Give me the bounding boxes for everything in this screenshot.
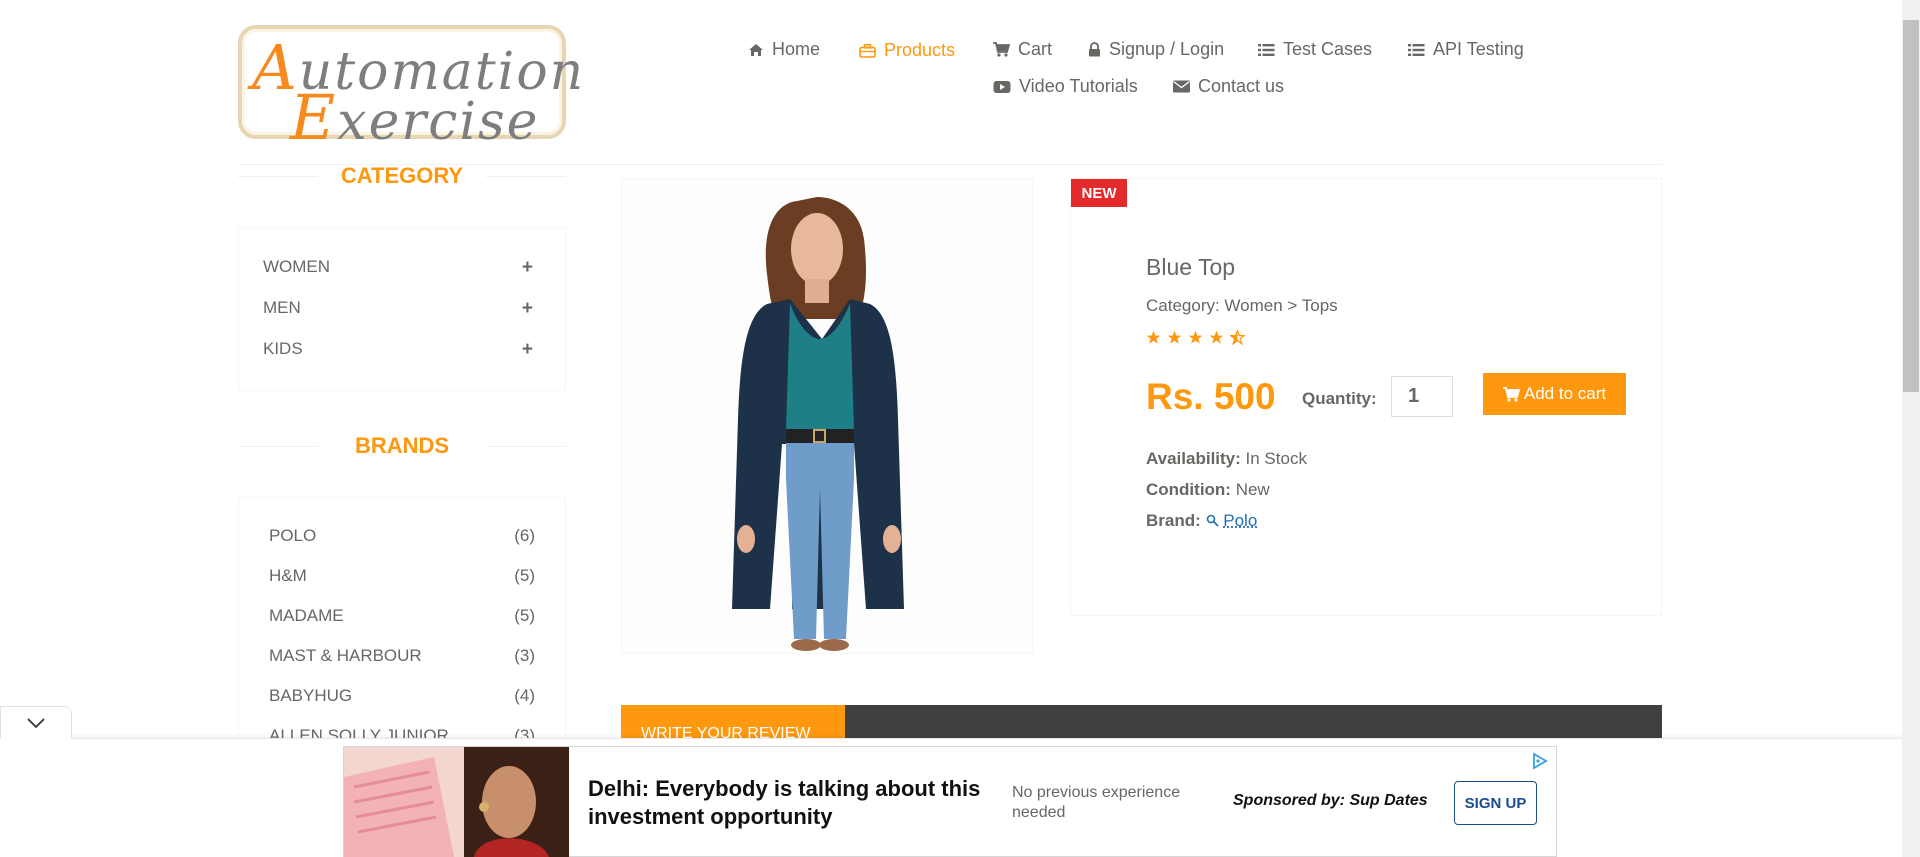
chevron-down-icon	[27, 718, 45, 729]
product-photo	[622, 179, 1032, 653]
ad-image[interactable]	[344, 747, 569, 857]
brands-panel: POLO (6) H&M (5) MADAME (5) MAST & HARBOUR (…	[238, 497, 566, 747]
site-logo[interactable]: Automation Exercise	[238, 25, 583, 154]
nav-contact-us-label: Contact us	[1198, 76, 1285, 96]
logo-line-2: Exercise	[290, 81, 539, 154]
ad-headline[interactable]: Delhi: Everybody is talking about this i…	[588, 775, 1008, 831]
ad-sponsor: Sponsored by: Sup Dates	[1233, 792, 1428, 809]
add-to-cart-button[interactable]: Add to cart	[1483, 373, 1626, 415]
quantity-input[interactable]	[1391, 376, 1453, 417]
magnifier-icon	[1206, 514, 1219, 527]
brand-name: BABYHUG	[269, 686, 353, 705]
brand-madame[interactable]: MADAME (5)	[269, 606, 535, 626]
category-women[interactable]: WOMEN +	[263, 257, 533, 279]
brand-babyhug[interactable]: BABYHUG (4)	[269, 686, 535, 706]
brands-title: BRANDS	[238, 433, 566, 459]
category-title: CATEGORY	[238, 163, 566, 189]
scrollbar-thumb[interactable]	[1903, 20, 1919, 392]
brand-value-link[interactable]: Polo	[1223, 511, 1257, 530]
nav-home[interactable]: Home	[748, 39, 820, 60]
nav-api-testing-label: API Testing	[1433, 39, 1524, 59]
nav-cart[interactable]: Cart	[993, 39, 1052, 60]
brand-count: (6)	[514, 526, 535, 545]
star-icon	[1146, 330, 1161, 344]
ad-subtext: No previous experience needed	[1012, 784, 1181, 821]
availability: Availability: In Stock	[1146, 449, 1307, 469]
plus-icon[interactable]: +	[522, 339, 533, 361]
brand-mast-harbour[interactable]: MAST & HARBOUR (3)	[269, 646, 535, 666]
condition-value: New	[1235, 480, 1270, 499]
category-label: KIDS	[263, 339, 303, 358]
nav-test-cases[interactable]: Test Cases	[1258, 39, 1372, 60]
nav-products[interactable]: Products	[859, 40, 955, 61]
condition-label: Condition:	[1146, 480, 1231, 499]
ad-photo	[344, 747, 569, 857]
briefcase-icon	[859, 43, 876, 58]
nav-video-tutorials[interactable]: Video Tutorials	[993, 76, 1138, 97]
category-men[interactable]: MEN +	[263, 298, 533, 320]
nav-contact-us[interactable]: Contact us	[1173, 76, 1284, 97]
nav-products-label: Products	[884, 40, 956, 60]
nav-api-testing[interactable]: API Testing	[1408, 39, 1524, 60]
product-name: Blue Top	[1146, 254, 1236, 280]
list-icon	[1258, 43, 1275, 56]
cart-icon	[993, 42, 1010, 57]
brand-label: Brand:	[1146, 511, 1201, 530]
ad-collapse-button[interactable]	[0, 706, 72, 739]
nav-home-label: Home	[772, 39, 821, 59]
home-icon	[749, 43, 763, 56]
brand-count: (5)	[514, 566, 535, 585]
brand-polo[interactable]: POLO (6)	[269, 526, 535, 546]
star-icon	[1167, 330, 1182, 344]
add-to-cart-label: Add to cart	[1523, 384, 1607, 403]
envelope-icon	[1173, 80, 1190, 93]
category-kids[interactable]: KIDS +	[263, 339, 533, 361]
plus-icon[interactable]: +	[522, 298, 533, 320]
category-panel: WOMEN + MEN + KIDS +	[238, 227, 566, 391]
nav-signup-login[interactable]: Signup / Login	[1088, 39, 1224, 60]
brand-count: (3)	[514, 646, 535, 665]
availability-value: In Stock	[1245, 449, 1307, 468]
logo-cap-e: E	[290, 81, 338, 154]
ad-choices-icon[interactable]	[1531, 752, 1549, 775]
rating-stars	[1146, 330, 1245, 345]
brand-count: (4)	[514, 686, 535, 705]
category-label: MEN	[263, 298, 301, 317]
product-image	[621, 178, 1033, 654]
nav-test-cases-label: Test Cases	[1283, 39, 1373, 59]
list-icon	[1408, 43, 1425, 56]
category-label: WOMEN	[263, 257, 331, 276]
condition: Condition: New	[1146, 480, 1270, 500]
brand: Brand: Polo	[1146, 511, 1257, 531]
star-icon	[1209, 330, 1224, 344]
product-category: Category: Women > Tops	[1146, 296, 1338, 315]
nav-video-tutorials-label: Video Tutorials	[1019, 76, 1138, 96]
brand-name: H&M	[269, 566, 307, 585]
lock-icon	[1089, 42, 1100, 57]
brand-name: MADAME	[269, 606, 344, 625]
star-icon	[1188, 330, 1203, 344]
brand-hm[interactable]: H&M (5)	[269, 566, 535, 586]
logo-text-2: xercise	[337, 92, 540, 152]
nav-signup-login-label: Signup / Login	[1109, 39, 1225, 59]
brand-count: (5)	[514, 606, 535, 625]
plus-icon[interactable]: +	[522, 257, 533, 279]
youtube-icon	[993, 80, 1011, 93]
availability-label: Availability:	[1146, 449, 1241, 468]
brand-name: MAST & HARBOUR	[269, 646, 422, 665]
main-nav: Home Products Cart Signup / Login Test C…	[730, 38, 1670, 108]
product-price: Rs. 500	[1146, 376, 1276, 417]
ad-signup-button[interactable]: SIGN UP	[1454, 781, 1537, 825]
nav-cart-label: Cart	[1018, 39, 1053, 59]
brand-name: POLO	[269, 526, 317, 545]
cart-icon	[1502, 386, 1520, 402]
quantity-label: Quantity:	[1302, 389, 1377, 408]
new-badge: NEW	[1071, 179, 1127, 207]
star-half-icon	[1230, 330, 1245, 345]
